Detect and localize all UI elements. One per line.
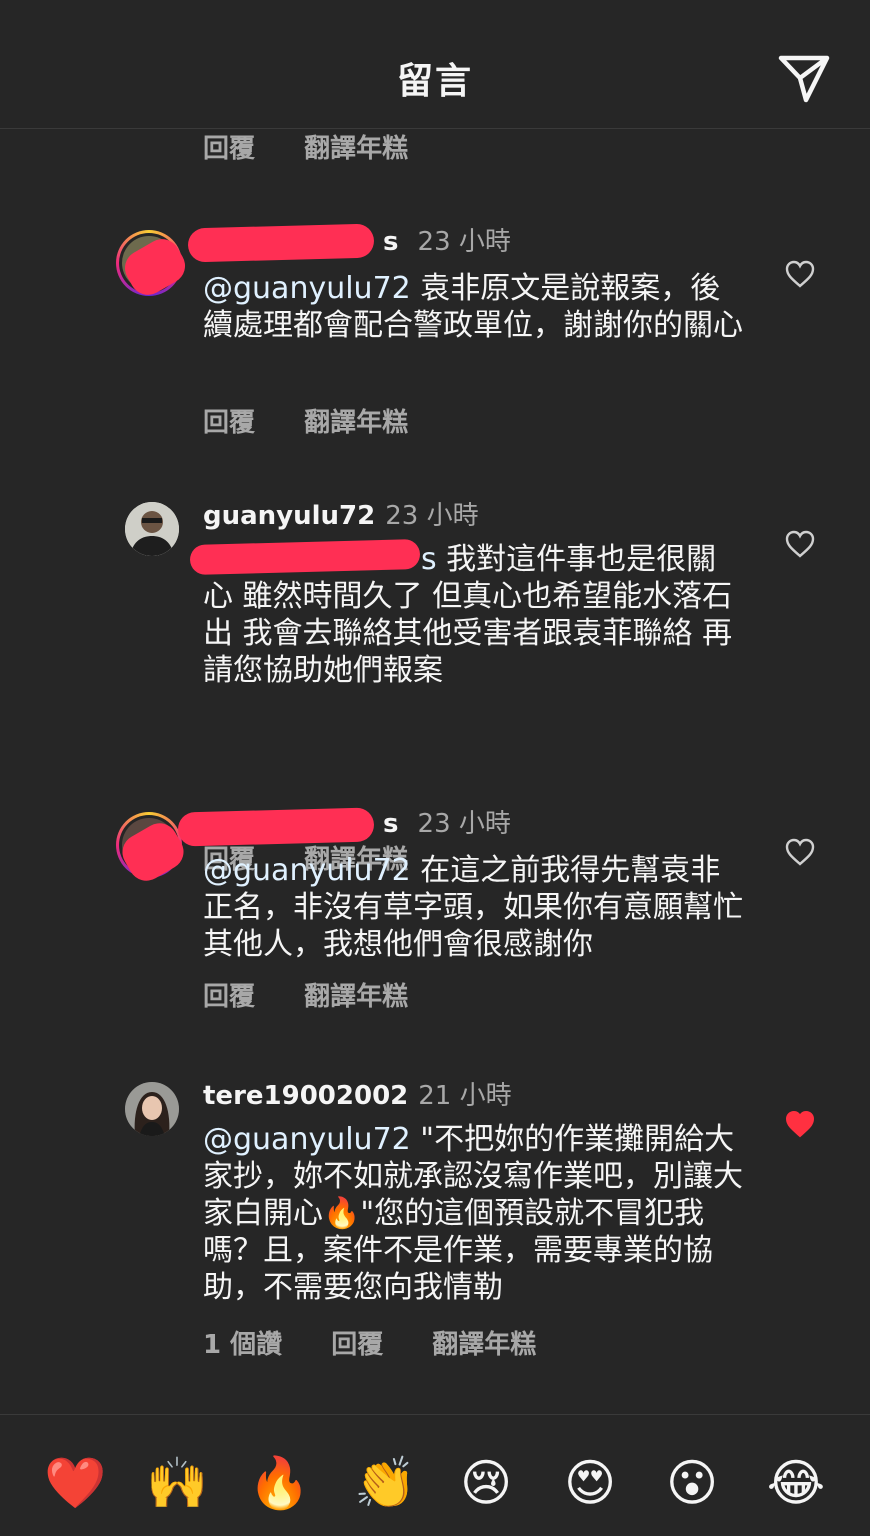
comments-screen: 留言 回覆 翻譯年糕 s 23 小時 @guanyulu72 袁非原文是說報案，… xyxy=(0,0,870,1536)
heart-emoji-icon[interactable]: ❤️ xyxy=(44,1453,106,1513)
raised-hands-emoji-icon[interactable]: 🙌 xyxy=(146,1453,208,1513)
tears-of-joy-emoji-icon[interactable]: 😂 xyxy=(766,1453,826,1513)
comment-text: @guanyulu72 "不把妳的作業攤開給大家抄，妳不如就承認沒寫作業吧，別讓… xyxy=(203,1121,743,1306)
mention-link[interactable]: @guanyulu72 xyxy=(203,271,411,306)
comment-text: @guanyulu72 在這之前我得先幫袁非正名，非沒有草字頭，如果你有意願幫忙… xyxy=(203,852,743,963)
fire-emoji-icon: 🔥 xyxy=(323,1196,361,1231)
timestamp: 21 小時 xyxy=(418,1081,512,1111)
like-heart-icon[interactable] xyxy=(785,838,815,866)
comment-actions: 1 個讚 回覆 翻譯年糕 xyxy=(203,1324,576,1361)
username[interactable]: guanyulu72 xyxy=(203,501,375,531)
header: 留言 xyxy=(0,0,870,129)
timestamp: 23 小時 xyxy=(385,501,479,531)
avatar[interactable] xyxy=(125,1082,179,1136)
page-title: 留言 xyxy=(396,61,473,102)
like-heart-icon[interactable] xyxy=(785,260,815,288)
timestamp: 23 小時 xyxy=(417,227,511,257)
comment-actions: 回覆 翻譯年糕 xyxy=(203,128,448,165)
comment-actions: 回覆 翻譯年糕 xyxy=(203,402,448,439)
like-heart-icon[interactable] xyxy=(785,530,815,558)
comment-meta: tere19002002 21 小時 xyxy=(203,1080,512,1112)
liked-heart-icon[interactable] xyxy=(785,1110,815,1138)
clapping-emoji-icon[interactable]: 👏 xyxy=(354,1453,416,1513)
emoji-quick-bar: ❤️ 🙌 🔥 👏 😢 😍 😮 😂 xyxy=(0,1414,870,1536)
reply-button[interactable]: 回覆 xyxy=(203,134,255,164)
comment-list: 回覆 翻譯年糕 s 23 小時 @guanyulu72 袁非原文是說報案，後續處… xyxy=(0,128,870,1414)
like-count[interactable]: 1 個讚 xyxy=(203,1330,282,1360)
comment-text: @guanyulu72 袁非原文是說報案，後續處理都會配合警政單位，謝謝你的關心 xyxy=(203,270,743,344)
translate-button[interactable]: 翻譯年糕 xyxy=(432,1330,536,1360)
fire-emoji-icon[interactable]: 🔥 xyxy=(248,1453,310,1513)
redaction-mark xyxy=(177,807,375,847)
redaction-mark xyxy=(187,223,375,263)
avatar[interactable] xyxy=(125,502,179,556)
username-text[interactable]: s xyxy=(383,227,398,257)
comment-meta: guanyulu72 23 小時 xyxy=(203,500,479,532)
reply-button[interactable]: 回覆 xyxy=(331,1330,383,1360)
mention-link[interactable]: @guanyulu72 xyxy=(203,853,411,888)
username[interactable]: tere19002002 xyxy=(203,1081,408,1111)
surprised-emoji-icon[interactable]: 😮 xyxy=(662,1453,722,1513)
redaction-mark xyxy=(189,538,421,576)
crying-emoji-icon[interactable]: 😢 xyxy=(456,1453,516,1513)
mention-text[interactable]: s xyxy=(421,542,437,577)
reply-button[interactable]: 回覆 xyxy=(203,408,255,438)
username-text[interactable]: s xyxy=(383,809,398,839)
comment-actions: 回覆 翻譯年糕 xyxy=(203,976,448,1013)
timestamp: 23 小時 xyxy=(417,809,511,839)
heart-eyes-emoji-icon[interactable]: 😍 xyxy=(560,1453,620,1513)
translate-button[interactable]: 翻譯年糕 xyxy=(304,134,408,164)
translate-button[interactable]: 翻譯年糕 xyxy=(304,982,408,1012)
translate-button[interactable]: 翻譯年糕 xyxy=(304,408,408,438)
share-icon[interactable] xyxy=(776,50,832,106)
mention-link[interactable]: @guanyulu72 xyxy=(203,1122,411,1157)
reply-button[interactable]: 回覆 xyxy=(203,982,255,1012)
